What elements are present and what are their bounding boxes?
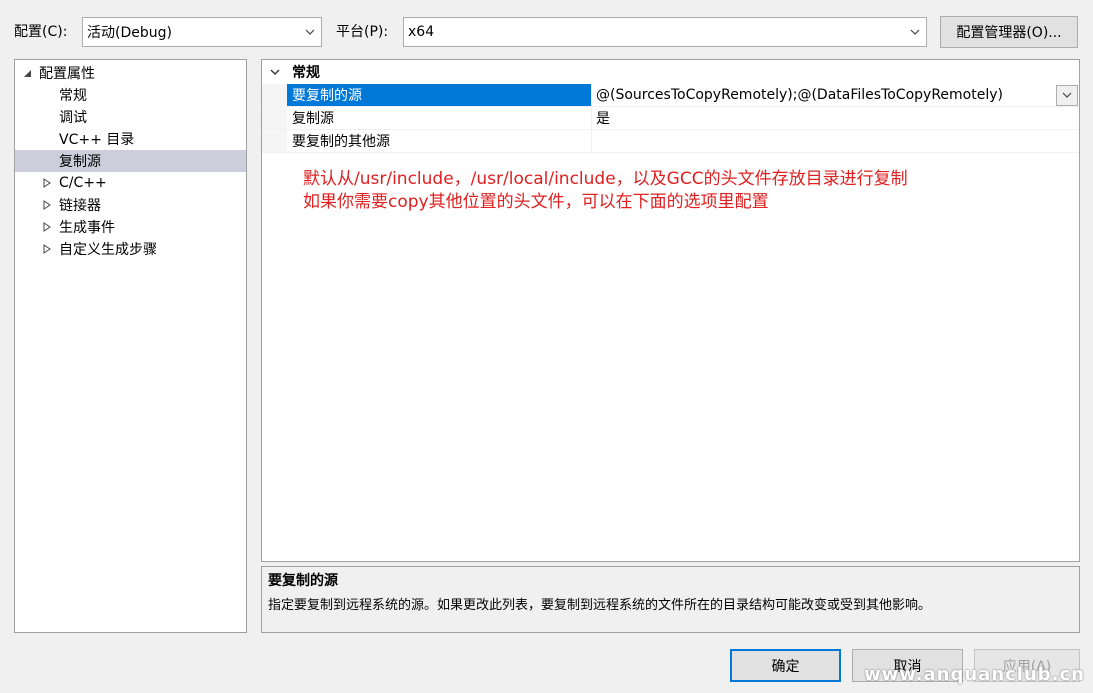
tree-item-label: 生成事件 [59,220,115,236]
property-name: 复制源 [287,107,592,129]
platform-value: x64 [408,24,435,40]
chevron-down-icon [1062,92,1072,98]
property-value-text: @(SourcesToCopyRemotely);@(DataFilesToCo… [596,87,1003,103]
property-row[interactable]: 要复制的源 @(SourcesToCopyRemotely);@(DataFil… [262,84,1079,107]
category-title: 常规 [292,65,320,81]
property-grid: 常规 要复制的源 @(SourcesToCopyRemotely);@(Data… [261,59,1080,562]
dropdown-button[interactable] [1056,84,1078,106]
tree-item-label: 复制源 [59,154,101,170]
config-label: 配置(C): [14,24,68,40]
annotation-line-2: 如果你需要copy其他位置的头文件，可以在下面的选项里配置 [303,192,769,212]
config-manager-button[interactable]: 配置管理器(O)... [940,16,1078,48]
description-text: 指定要复制到远程系统的源。如果更改此列表，要复制到远程系统的文件所在的目录结构可… [268,598,932,613]
property-value[interactable]: @(SourcesToCopyRemotely);@(DataFilesToCo… [592,84,1079,106]
tree-item-linker[interactable]: 链接器 [15,194,246,216]
platform-select[interactable]: x64 [403,17,927,47]
expanded-triangle-icon[interactable] [21,67,33,79]
tree-item-label: 常规 [59,88,87,104]
property-name: 要复制的源 [287,84,592,106]
tree-item-custom-build-step[interactable]: 自定义生成步骤 [15,238,246,260]
tree-root-label: 配置属性 [39,66,95,82]
tree-item-general[interactable]: 常规 [15,84,246,106]
config-value: 活动(Debug) [87,25,172,41]
tree-item-build-events[interactable]: 生成事件 [15,216,246,238]
tree-root[interactable]: 配置属性 [15,62,246,84]
property-value[interactable] [592,130,1079,152]
tree-item-label: 链接器 [59,198,101,214]
platform-label: 平台(P): [336,24,389,40]
tree-item-copy-sources[interactable]: 复制源 [15,150,246,172]
property-name: 要复制的其他源 [287,130,592,152]
ok-button[interactable]: 确定 [730,649,841,682]
category-header[interactable]: 常规 [262,60,1079,84]
tree-item-label: VC++ 目录 [59,132,135,148]
tree-item-label: 调试 [59,110,87,126]
collapsed-triangle-icon[interactable] [41,221,53,233]
chevron-down-icon [299,18,321,46]
tree-item-debugging[interactable]: 调试 [15,106,246,128]
description-title: 要复制的源 [268,573,338,589]
tree-item-label: 自定义生成步骤 [59,242,157,258]
property-value[interactable]: 是 [592,107,1079,129]
watermark: www.anquanclub.cn [863,664,1085,685]
collapsed-triangle-icon[interactable] [41,243,53,255]
description-panel: 要复制的源 指定要复制到远程系统的源。如果更改此列表，要复制到远程系统的文件所在… [261,566,1080,633]
property-row[interactable]: 复制源 是 [262,107,1079,130]
annotation-line-1: 默认从/usr/include，/usr/local/include，以及GCC… [303,169,908,189]
property-row[interactable]: 要复制的其他源 [262,130,1079,153]
chevron-down-icon [904,18,926,46]
property-tree: 配置属性 常规 调试 VC++ 目录 复制源 C/C++ 链接器 生成事件 自定… [14,59,247,633]
collapsed-triangle-icon[interactable] [41,177,53,189]
config-select[interactable]: 活动(Debug) [82,17,322,47]
tree-item-vc-directories[interactable]: VC++ 目录 [15,128,246,150]
tree-item-label: C/C++ [59,175,107,191]
tree-item-c-cpp[interactable]: C/C++ [15,172,246,194]
collapsed-triangle-icon[interactable] [41,199,53,211]
chevron-down-icon[interactable] [262,69,287,75]
